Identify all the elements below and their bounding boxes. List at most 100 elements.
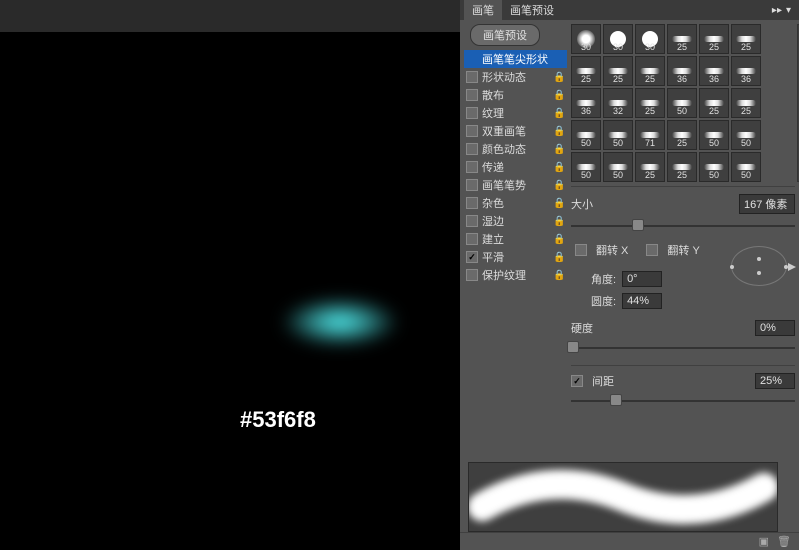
lock-icon[interactable]: 🔒 [553, 144, 565, 155]
brush-tip-25[interactable]: 25 [699, 24, 729, 54]
option-dynamics[interactable]: 形状动态🔒 [464, 68, 567, 86]
angle-label: 角度: [591, 271, 616, 287]
brush-tip-50[interactable]: 50 [667, 88, 697, 118]
brush-tip-50[interactable]: 50 [603, 152, 633, 182]
spacing-value[interactable]: 25% [755, 373, 795, 389]
size-slider[interactable] [571, 219, 795, 233]
brush-tip-50[interactable]: 50 [731, 152, 761, 182]
brush-tip-30[interactable]: 30 [571, 24, 601, 54]
brush-tip-30[interactable]: 30 [603, 24, 633, 54]
brush-tip-50[interactable]: 50 [699, 152, 729, 182]
brush-tip-50[interactable]: 50 [603, 120, 633, 150]
lock-icon[interactable]: 🔒 [553, 252, 565, 263]
roundness-value[interactable]: 44% [622, 293, 662, 309]
option-label-protect: 保护纹理 [482, 267, 553, 283]
hardness-value[interactable]: 0% [755, 320, 795, 336]
lock-icon[interactable]: 🔒 [553, 216, 565, 227]
brush-tip-50[interactable]: 50 [699, 120, 729, 150]
option-pose[interactable]: 画笔笔势🔒 [464, 176, 567, 194]
flip-y-checkbox[interactable] [646, 244, 658, 256]
lock-icon[interactable]: 🔒 [553, 180, 565, 191]
option-label-wet: 湿边 [482, 213, 553, 229]
flip-x-checkbox[interactable] [575, 244, 587, 256]
option-check-texture[interactable] [466, 107, 478, 119]
angle-roundness-widget[interactable] [731, 246, 787, 286]
option-check-pose[interactable] [466, 179, 478, 191]
collapse-icon[interactable]: ▸▸ [772, 5, 782, 16]
option-scatter[interactable]: 散布🔒 [464, 86, 567, 104]
panel-tab-bar: 画笔 画笔预设 ▸▸ ▾ [460, 0, 799, 20]
spacing-slider[interactable] [571, 394, 795, 408]
lock-icon[interactable]: 🔒 [553, 198, 565, 209]
brush-settings-column: 3030302525252525253636363632255025255050… [567, 20, 799, 450]
tab-brush[interactable]: 画笔 [464, 0, 502, 20]
brush-tip-36[interactable]: 36 [731, 56, 761, 86]
lock-icon[interactable]: 🔒 [553, 270, 565, 281]
brush-tip-32[interactable]: 32 [603, 88, 633, 118]
angle-value[interactable]: 0° [622, 271, 662, 287]
option-check-transfer[interactable] [466, 161, 478, 173]
option-label-dynamics: 形状动态 [482, 69, 553, 85]
brush-tip-25[interactable]: 25 [635, 88, 665, 118]
brush-tip-25[interactable]: 25 [635, 152, 665, 182]
brush-tip-36[interactable]: 36 [571, 88, 601, 118]
spacing-label: 间距 [592, 373, 614, 389]
option-color[interactable]: 颜色动态🔒 [464, 140, 567, 158]
lock-icon[interactable]: 🔒 [553, 162, 565, 173]
option-label-transfer: 传递 [482, 159, 553, 175]
brush-tip-30[interactable]: 30 [635, 24, 665, 54]
brush-tip-25[interactable]: 25 [635, 56, 665, 86]
option-wet[interactable]: 湿边🔒 [464, 212, 567, 230]
option-tip[interactable]: 画笔笔尖形状 [464, 50, 567, 68]
option-label-noise: 杂色 [482, 195, 553, 211]
brush-tip-50[interactable]: 50 [731, 120, 761, 150]
roundness-label: 圆度: [591, 293, 616, 309]
panel-menu-icon[interactable]: ▾ [786, 5, 791, 16]
new-preset-icon[interactable]: ▣ [759, 535, 769, 548]
app-top-bar [0, 0, 460, 32]
option-check-scatter[interactable] [466, 89, 478, 101]
tab-brush-presets[interactable]: 画笔预设 [502, 0, 562, 20]
brush-tip-25[interactable]: 25 [667, 152, 697, 182]
option-texture[interactable]: 纹理🔒 [464, 104, 567, 122]
option-check-color[interactable] [466, 143, 478, 155]
lock-icon[interactable]: 🔒 [553, 234, 565, 245]
option-check-dynamics[interactable] [466, 71, 478, 83]
brush-tip-71[interactable]: 71 [635, 120, 665, 150]
option-check-buildup[interactable] [466, 233, 478, 245]
brush-presets-button[interactable]: 画笔预设 [470, 24, 540, 46]
option-transfer[interactable]: 传递🔒 [464, 158, 567, 176]
option-check-smooth[interactable] [466, 251, 478, 263]
lock-icon[interactable]: 🔒 [553, 126, 565, 137]
brush-tip-25[interactable]: 25 [571, 56, 601, 86]
option-check-noise[interactable] [466, 197, 478, 209]
option-protect[interactable]: 保护纹理🔒 [464, 266, 567, 284]
option-check-dual[interactable] [466, 125, 478, 137]
canvas-area[interactable]: #53f6f8 [0, 32, 460, 550]
size-value[interactable]: 167 像素 [739, 194, 795, 214]
brush-tip-50[interactable]: 50 [571, 152, 601, 182]
option-noise[interactable]: 杂色🔒 [464, 194, 567, 212]
lock-icon[interactable]: 🔒 [553, 108, 565, 119]
brush-tip-25[interactable]: 25 [731, 88, 761, 118]
option-label-texture: 纹理 [482, 105, 553, 121]
option-check-protect[interactable] [466, 269, 478, 281]
brush-tip-25[interactable]: 25 [667, 24, 697, 54]
brush-tip-25[interactable]: 25 [603, 56, 633, 86]
brush-tip-25[interactable]: 25 [731, 24, 761, 54]
brush-tip-50[interactable]: 50 [571, 120, 601, 150]
brush-tip-25[interactable]: 25 [667, 120, 697, 150]
brush-tip-36[interactable]: 36 [699, 56, 729, 86]
brush-tip-25[interactable]: 25 [699, 88, 729, 118]
spacing-checkbox[interactable] [571, 375, 583, 387]
flip-y-label: 翻转 Y [667, 242, 699, 258]
option-dual[interactable]: 双重画笔🔒 [464, 122, 567, 140]
lock-icon[interactable]: 🔒 [553, 72, 565, 83]
brush-tip-36[interactable]: 36 [667, 56, 697, 86]
option-buildup[interactable]: 建立🔒 [464, 230, 567, 248]
hardness-slider[interactable] [571, 341, 795, 355]
delete-icon[interactable]: 🗑 [777, 535, 791, 548]
lock-icon[interactable]: 🔒 [553, 90, 565, 101]
option-check-wet[interactable] [466, 215, 478, 227]
option-smooth[interactable]: 平滑🔒 [464, 248, 567, 266]
